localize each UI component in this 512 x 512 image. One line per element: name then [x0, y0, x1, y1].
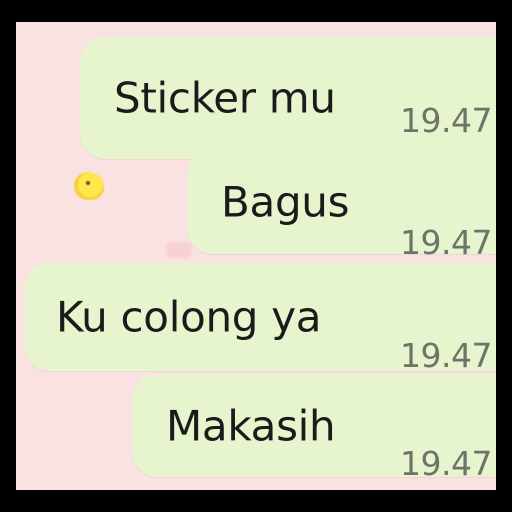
- message-bubble[interactable]: Bagus 19.47: [187, 149, 496, 262]
- message-timestamp: 19.47: [400, 101, 492, 140]
- message-timestamp: 19.47: [400, 444, 492, 483]
- message-bubble[interactable]: Sticker mu 19.47: [80, 37, 496, 159]
- chat-area: Sticker mu 19.47 Bagus 19.47 Ku colong y…: [16, 22, 496, 490]
- message-text: Bagus: [221, 177, 350, 226]
- message-bubble[interactable]: Ku colong ya 19.47: [24, 263, 496, 375]
- message-bubble[interactable]: Makasih 19.47: [132, 374, 496, 483]
- duck-sticker-icon: [74, 172, 104, 200]
- heart-icon: [166, 242, 192, 262]
- message-timestamp: 19.47: [400, 336, 492, 375]
- message-text: Ku colong ya: [56, 292, 322, 342]
- message-text: Makasih: [166, 401, 336, 450]
- message-text: Sticker mu: [114, 73, 336, 123]
- message-timestamp: 19.47: [400, 223, 492, 262]
